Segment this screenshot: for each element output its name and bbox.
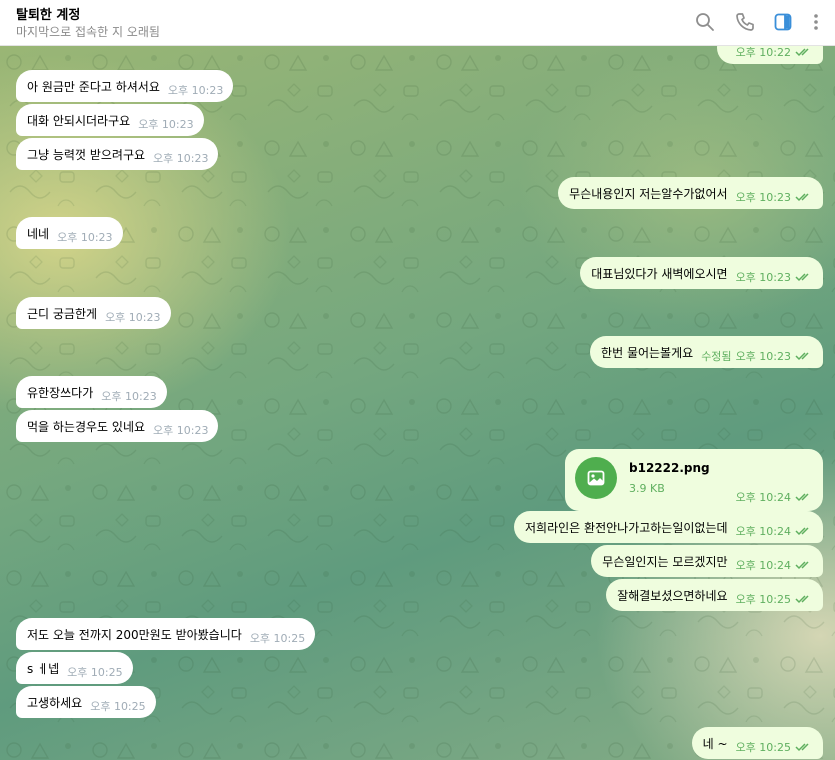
message-bubble-outgoing[interactable]: 무슨일인지는 모르겠지만 오후 10:24 <box>591 545 823 577</box>
message-time: 오후 10:23 <box>153 152 209 165</box>
message-bubble-outgoing[interactable]: 무슨내용인지 저는알수가없어서 오후 10:23 <box>558 177 823 209</box>
double-check-icon <box>795 743 809 752</box>
message-time: 오후 10:23 <box>167 84 224 97</box>
edited-label: 수정됨 <box>701 350 732 363</box>
message-time: 오후 10:23 <box>735 191 791 204</box>
message-meta: 오후 10:23 <box>736 189 813 205</box>
message-text: 유한장쓰다가 <box>27 385 94 400</box>
message-text: 고생하세요 <box>27 695 83 710</box>
double-check-icon <box>795 273 809 282</box>
message-text: 저희라인은 환전안나가고하는일이없는데 <box>525 520 728 535</box>
message-bubble-incoming[interactable]: 근디 궁금한게 오후 10:23 <box>16 297 171 329</box>
message-bubble-incoming[interactable]: 먹을 하는경우도 있네요 오후 10:23 <box>16 410 219 442</box>
message-text: 그냥 능력껏 받으려구요 <box>27 147 146 162</box>
search-icon[interactable] <box>694 11 716 33</box>
message-time: 오후 10:22 <box>735 46 791 59</box>
message-time: 오후 10:25 <box>249 632 306 645</box>
message-bubble-outgoing[interactable]: 오후 10:22 <box>716 46 823 64</box>
message-bubble-incoming[interactable]: 고생하세요 오후 10:25 <box>16 686 156 718</box>
message-bubble-outgoing[interactable]: 한번 물어는볼게요 수정됨 오후 10:23 <box>590 336 823 368</box>
more-icon[interactable] <box>805 11 827 33</box>
message-text: 네 ~ <box>702 736 728 751</box>
message-text: 먹을 하는경우도 있네요 <box>27 419 146 434</box>
message-bubble-incoming[interactable]: 그냥 능력껏 받으려구요 오후 10:23 <box>16 138 219 170</box>
sidebar-icon[interactable] <box>772 11 794 33</box>
message-text: 무슨내용인지 저는알수가없어서 <box>569 186 728 201</box>
message-time: 오후 10:25 <box>67 666 123 679</box>
message-time: 오후 10:24 <box>735 559 791 572</box>
message-meta: 오후 10:25 <box>736 739 813 755</box>
message-meta: 오후 10:24 <box>736 523 813 539</box>
message-bubble-incoming[interactable]: 대화 안되시더라구요 오후 10:23 <box>16 104 204 136</box>
chat-header: 탈퇴한 계정 마지막으로 접속한 지 오래됨 <box>0 0 835 46</box>
message-time: 오후 10:24 <box>735 491 791 504</box>
message-bubble-incoming[interactable]: 저도 오늘 전까지 200만원도 받아봤습니다 오후 10:25 <box>16 618 316 650</box>
message-bubble-incoming[interactable]: 아 원금만 준다고 하셔서요 오후 10:23 <box>16 70 234 102</box>
message-bubble-incoming[interactable]: s ㅔ넵 오후 10:25 <box>16 652 133 684</box>
message-time: 오후 10:23 <box>735 350 791 363</box>
double-check-icon <box>795 352 809 361</box>
message-meta: 오후 10:22 <box>736 46 813 60</box>
file-size: 3.9 KB <box>629 482 665 495</box>
message-time: 오후 10:23 <box>138 118 194 131</box>
message-bubble-outgoing[interactable]: 대표님있다가 새벽에오시면 오후 10:23 <box>580 257 823 289</box>
message-time: 오후 10:23 <box>735 271 791 284</box>
message-time: 오후 10:25 <box>735 741 791 754</box>
message-time: 오후 10:23 <box>105 311 161 324</box>
message-text: 저도 오늘 전까지 200만원도 받아봤습니다 <box>27 627 242 642</box>
double-check-icon <box>795 595 809 604</box>
message-time: 오후 10:25 <box>735 593 791 606</box>
message-bubble-outgoing[interactable]: 저희라인은 환전안나가고하는일이없는데 오후 10:24 <box>514 511 823 543</box>
message-text: 근디 궁금한게 <box>27 306 98 321</box>
message-text: 무슨일인지는 모르겠지만 <box>602 554 728 569</box>
message-list[interactable]: 오후 10:22 아 원금만 준다고 하셔서요 오후 10:23 대화 안되시더… <box>0 46 835 760</box>
file-name[interactable]: b12222.png <box>629 461 710 475</box>
last-seen-status: 마지막으로 접속한 지 오래됨 <box>16 25 160 39</box>
message-meta: 오후 10:24 <box>736 489 813 505</box>
message-text: 잘해결보셨으면하네요 <box>617 588 728 603</box>
message-time: 오후 10:23 <box>101 390 157 403</box>
message-text: 네네 <box>27 226 50 241</box>
file-attachment[interactable]: b12222.png 3.9 KB 오후 10:24 <box>565 449 823 511</box>
double-check-icon <box>795 561 809 570</box>
message-meta: 오후 10:24 <box>736 557 813 573</box>
double-check-icon <box>795 193 809 202</box>
message-text: 한번 물어는볼게요 <box>601 345 694 360</box>
double-check-icon <box>795 493 809 502</box>
message-meta: 오후 10:25 <box>736 591 813 607</box>
double-check-icon <box>795 527 809 536</box>
message-meta: 수정됨 오후 10:23 <box>701 348 813 364</box>
message-bubble-outgoing[interactable]: 잘해결보셨으면하네요 오후 10:25 <box>606 579 823 611</box>
message-bubble-outgoing[interactable]: 네 ~ 오후 10:25 <box>691 727 823 759</box>
message-bubble-incoming[interactable]: 유한장쓰다가 오후 10:23 <box>16 376 167 408</box>
image-icon[interactable] <box>575 457 617 499</box>
message-time: 오후 10:23 <box>57 231 113 244</box>
message-bubble-incoming[interactable]: 네네 오후 10:23 <box>16 217 123 249</box>
message-text: 대표님있다가 새벽에오시면 <box>591 266 728 281</box>
message-text: s ㅔ넵 <box>27 661 60 676</box>
message-text: 아 원금만 준다고 하셔서요 <box>27 79 160 94</box>
message-time: 오후 10:23 <box>153 424 209 437</box>
double-check-icon <box>795 48 809 57</box>
message-text: 대화 안되시더라구요 <box>27 113 131 128</box>
message-meta: 오후 10:23 <box>736 269 813 285</box>
message-time: 오후 10:25 <box>90 700 146 713</box>
message-time: 오후 10:24 <box>735 525 791 538</box>
phone-icon[interactable] <box>734 11 756 33</box>
chat-title[interactable]: 탈퇴한 계정 <box>16 4 80 23</box>
